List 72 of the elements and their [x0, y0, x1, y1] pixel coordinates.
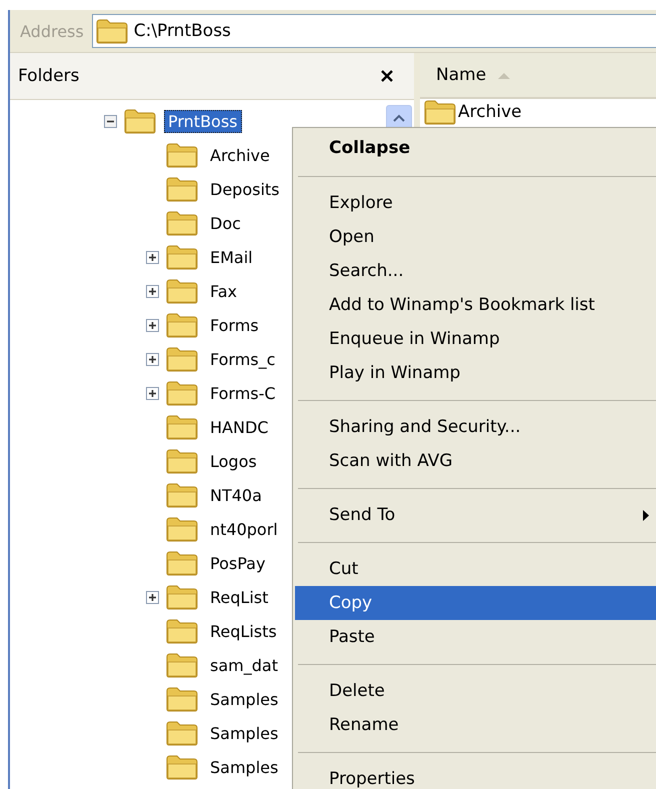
- folder-icon: [166, 278, 198, 304]
- address-field[interactable]: C:\PrntBoss: [92, 14, 656, 48]
- folder-icon: [96, 18, 128, 44]
- folder-icon: [166, 346, 198, 372]
- plus-icon[interactable]: [146, 590, 159, 604]
- tree-item[interactable]: NT40a: [206, 484, 266, 506]
- tree-item[interactable]: Deposits: [206, 178, 284, 200]
- folder-icon: [166, 414, 198, 440]
- tree-item[interactable]: ReqLists: [206, 620, 281, 642]
- plus-icon[interactable]: [146, 386, 159, 400]
- menu-item[interactable]: Add to Winamp's Bookmark list: [295, 288, 656, 322]
- folder-icon: [166, 754, 198, 780]
- folder-icon: [166, 482, 198, 508]
- menu-item[interactable]: Send To: [295, 498, 656, 532]
- folder-icon: [166, 618, 198, 644]
- menu-item[interactable]: Search...: [295, 254, 656, 288]
- menu-item[interactable]: Sharing and Security...: [295, 410, 656, 444]
- tree-item[interactable]: Fax: [206, 280, 242, 302]
- tree-item[interactable]: Logos: [206, 450, 261, 472]
- menu-item[interactable]: Enqueue in Winamp: [295, 322, 656, 356]
- folder-icon: [166, 176, 198, 202]
- menu-item[interactable]: Play in Winamp: [295, 356, 656, 390]
- tree-item[interactable]: Samples: [206, 688, 282, 710]
- file-name[interactable]: Archive: [458, 102, 522, 122]
- folder-icon: [166, 652, 198, 678]
- folder-icon: [166, 516, 198, 542]
- menu-item[interactable]: Delete: [295, 674, 656, 708]
- folder-icon: [424, 99, 456, 125]
- tree-item[interactable]: PosPay: [206, 552, 270, 574]
- tree-item[interactable]: Samples: [206, 756, 282, 778]
- menu-item[interactable]: Explore: [295, 186, 656, 220]
- menu-item[interactable]: Scan with AVG: [295, 444, 656, 478]
- folder-icon: [166, 312, 198, 338]
- tree-item[interactable]: Samples: [206, 722, 282, 744]
- folder-icon: [166, 550, 198, 576]
- folder-icon: [166, 686, 198, 712]
- menu-item[interactable]: Properties: [295, 762, 656, 789]
- folder-icon: [166, 584, 198, 610]
- folder-icon: [166, 210, 198, 236]
- tree-item[interactable]: Archive: [206, 144, 274, 166]
- tree-item[interactable]: Forms: [206, 314, 263, 336]
- tree-item[interactable]: PrntBoss: [164, 110, 242, 132]
- folder-icon: [166, 720, 198, 746]
- chevron-up-icon: [393, 114, 405, 122]
- address-label: Address: [19, 22, 85, 40]
- plus-icon[interactable]: [146, 318, 159, 332]
- menu-item[interactable]: Collapse: [295, 130, 656, 166]
- column-header[interactable]: Name: [420, 53, 656, 97]
- pane-title: Folders: [18, 66, 80, 86]
- folder-icon: [166, 448, 198, 474]
- folder-icon: [166, 380, 198, 406]
- menu-item[interactable]: Copy: [295, 586, 656, 620]
- tree-item[interactable]: Doc: [206, 212, 245, 234]
- tree-item[interactable]: HANDC: [206, 416, 272, 438]
- tree-item[interactable]: Forms-C: [206, 382, 280, 404]
- tree-item[interactable]: EMail: [206, 246, 257, 268]
- minus-icon[interactable]: [104, 114, 117, 128]
- folder-icon: [166, 142, 198, 168]
- menu-item[interactable]: Open: [295, 220, 656, 254]
- plus-icon[interactable]: [146, 250, 159, 264]
- tree-item[interactable]: Forms_c: [206, 348, 280, 370]
- tree-item[interactable]: sam_dat: [206, 654, 282, 676]
- folder-icon: [166, 244, 198, 270]
- plus-icon[interactable]: [146, 284, 159, 298]
- menu-item[interactable]: Paste: [295, 620, 656, 654]
- plus-icon[interactable]: [146, 352, 159, 366]
- tree-item[interactable]: nt40porl: [206, 518, 282, 540]
- close-icon: [380, 69, 394, 83]
- menu-item[interactable]: Cut: [295, 552, 656, 586]
- folder-icon: [124, 108, 156, 134]
- tree-item[interactable]: ReqList: [206, 586, 272, 608]
- menu-item[interactable]: Rename: [295, 708, 656, 742]
